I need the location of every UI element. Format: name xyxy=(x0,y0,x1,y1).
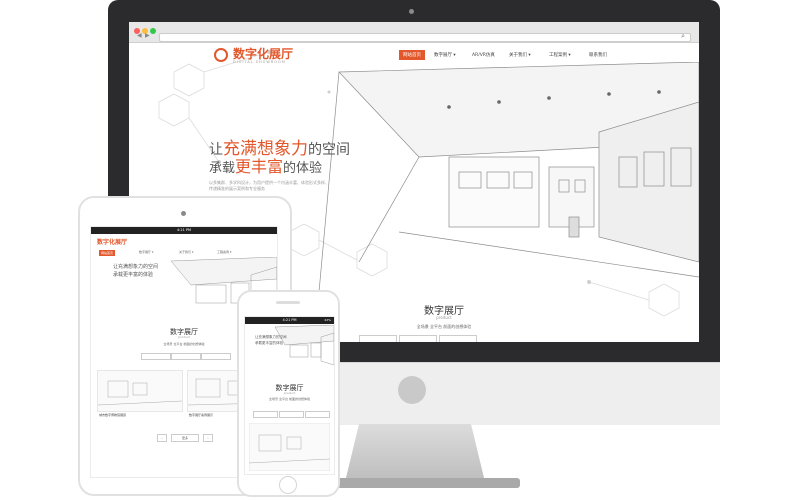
logo-mark-icon xyxy=(214,48,228,62)
phone-category-tab[interactable] xyxy=(279,411,304,418)
tablet-nav-about[interactable]: 关于我们 ▾ xyxy=(179,250,193,254)
hero-accent-text: 更丰富 xyxy=(235,157,284,176)
hero-text: 承载 xyxy=(209,161,236,176)
category-tab[interactable] xyxy=(439,335,477,342)
tablet-nav-home[interactable]: 网站首页 xyxy=(99,250,116,256)
tablet-category-tab[interactable] xyxy=(141,353,171,360)
section-description: 全场景 全平台 前面的创想体验 xyxy=(416,324,472,329)
category-tab[interactable] xyxy=(359,335,397,342)
phone-hero-line2: 承载更丰富的体验 xyxy=(255,341,283,345)
phone-home-button[interactable] xyxy=(279,476,297,494)
monitor-stand-base xyxy=(320,478,520,488)
back-arrow-icon[interactable]: ◀ xyxy=(137,32,142,39)
gallery-thumbnail xyxy=(98,380,182,406)
tablet-case-caption[interactable]: 数字展厅案例展示 xyxy=(189,413,213,417)
nav-item-contact[interactable]: 联系我们 xyxy=(589,52,607,58)
gallery-sketch-illustration xyxy=(318,62,699,292)
monitor-logo-dot xyxy=(398,376,426,404)
phone-hero-line1: 让充满想象力的空间 xyxy=(255,335,287,339)
tablet-category-tab[interactable] xyxy=(201,353,231,360)
tablet-nav-showroom[interactable]: 数字展厅 ▾ xyxy=(139,250,153,254)
tablet-status-bar: 4:21 PM xyxy=(91,227,277,234)
phone-category-tab[interactable] xyxy=(253,411,278,418)
hero-headline-line2: 承载更丰富的体验 xyxy=(209,153,322,177)
browser-toolbar: ◀ ▶ ⌕ xyxy=(129,22,699,43)
tablet-hero-line2: 承载更丰富的体验 xyxy=(113,272,154,278)
phone-status-bar: 4:21 PM xyxy=(245,317,334,324)
logo-subtitle: DIGITAL SHOWROOM xyxy=(233,60,286,64)
monitor-stand-neck xyxy=(345,424,485,482)
tablet-logo[interactable]: 数字化展厅 xyxy=(97,237,127,246)
address-bar[interactable] xyxy=(159,33,691,42)
monitor-camera xyxy=(409,9,414,14)
phone-section-subtitle: product xyxy=(283,391,296,395)
battery-level: 22% xyxy=(324,318,331,322)
hero-description: 以多集群、多学科设计，为用户提供一个内涵丰富、体验形式多样、传递精准的展示案例和… xyxy=(209,180,329,191)
next-page-button[interactable]: › xyxy=(203,434,213,442)
phone-category-tab[interactable] xyxy=(305,411,330,418)
phone-speaker xyxy=(276,301,300,304)
prev-page-button[interactable]: ‹ xyxy=(157,434,167,442)
tablet-section-subtitle: product xyxy=(178,335,190,339)
tablet-section-desc: 全场景 全平台 前面的创想体验 xyxy=(163,342,205,346)
tablet-case-image[interactable] xyxy=(97,370,183,412)
category-tab[interactable] xyxy=(399,335,437,342)
phone-case-image[interactable] xyxy=(249,423,330,471)
phone-section-desc: 全场景 全平台 前面的创想体验 xyxy=(269,397,310,401)
nav-item-about[interactable]: 关于我们 ▾ xyxy=(509,52,531,58)
nav-item-arvr[interactable]: AR/VR仿真 xyxy=(472,52,495,58)
nav-item-home[interactable]: 网站首页 xyxy=(399,50,425,60)
more-button[interactable]: 更多 xyxy=(171,434,199,442)
tablet-category-tab[interactable] xyxy=(171,353,201,360)
forward-arrow-icon[interactable]: ▶ xyxy=(145,32,150,39)
search-icon[interactable]: ⌕ xyxy=(681,32,685,41)
tablet-camera xyxy=(181,211,186,216)
phone-hero-illustration xyxy=(274,325,334,366)
hero-text: 的体验 xyxy=(283,161,323,176)
tablet-case-caption[interactable]: 城市数字博物馆展馆 xyxy=(99,413,126,417)
phone-screen: 4:21 PM 22% 让充满想象力的空间 承载更丰富的体验 数字展厅 prod… xyxy=(244,316,335,475)
tablet-hero-line1: 让充满想象力的空间 xyxy=(113,264,159,270)
nav-item-showroom[interactable]: 数字展厅 ▾ xyxy=(434,52,456,58)
section-subtitle: product xyxy=(436,315,452,320)
tablet-nav-cases[interactable]: 工程案例 ▾ xyxy=(217,250,231,254)
maximize-dot[interactable] xyxy=(150,28,156,34)
nav-item-cases[interactable]: 工程案例 ▾ xyxy=(549,52,571,58)
